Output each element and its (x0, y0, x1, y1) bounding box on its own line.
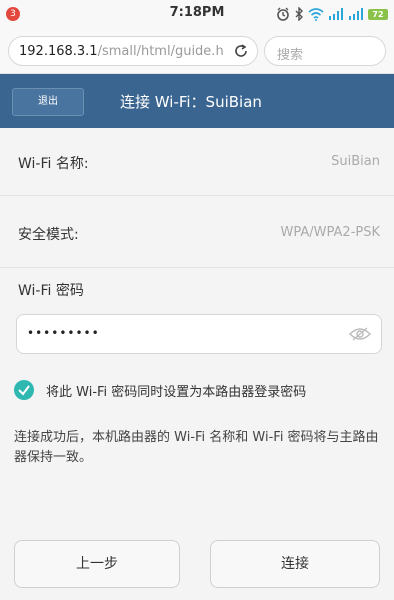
wifi-icon (308, 7, 324, 21)
page-header: 退出 连接 Wi-Fi：SuiBian (0, 74, 394, 128)
checkmark-icon[interactable] (14, 380, 34, 400)
sync-password-label: 将此 Wi-Fi 密码同时设置为本路由器登录密码 (46, 385, 307, 400)
previous-step-button[interactable]: 上一步 (14, 540, 180, 588)
signal-icon (329, 8, 343, 20)
search-input[interactable]: 搜索 (264, 36, 386, 66)
security-mode-label: 安全模式: (18, 227, 79, 243)
wifi-name-row: Wi-Fi 名称: SuiBian (0, 128, 394, 196)
connection-note: 连接成功后，本机路由器的 Wi-Fi 名称和 Wi-Fi 密码将与主路由器保持一… (14, 430, 379, 465)
connect-button[interactable]: 连接 (210, 540, 380, 588)
exit-button[interactable]: 退出 (12, 88, 84, 116)
page-title: 连接 Wi-Fi：SuiBian (120, 93, 262, 111)
url-path: /small/html/guide.htm (97, 44, 224, 59)
url-field[interactable]: 192.168.3.1/small/html/guide.htm (8, 36, 258, 66)
status-bar: 3 7:18PM 72 (0, 0, 394, 28)
browser-toolbar: 192.168.3.1/small/html/guide.htm 搜索 (0, 28, 394, 74)
security-mode-value: WPA/WPA2-PSK (280, 225, 380, 240)
bluetooth-icon (295, 7, 303, 21)
search-placeholder: 搜索 (277, 48, 304, 63)
wifi-password-input[interactable]: ••••••••• (16, 314, 382, 354)
show-password-icon[interactable] (349, 326, 371, 342)
password-value: ••••••••• (27, 326, 100, 340)
signal-icon (349, 8, 363, 20)
wifi-password-label: Wi-Fi 密码 (18, 283, 84, 299)
status-icons: 72 (276, 6, 388, 22)
reload-icon[interactable] (233, 43, 249, 59)
alarm-icon (277, 7, 289, 21)
wifi-name-label: Wi-Fi 名称: (18, 156, 89, 172)
url-host: 192.168.3.1 (19, 44, 98, 59)
url-text[interactable]: 192.168.3.1/small/html/guide.htm (19, 44, 224, 59)
security-mode-row: 安全模式: WPA/WPA2-PSK (0, 196, 394, 268)
battery-icon: 72 (368, 8, 388, 20)
wifi-name-value: SuiBian (331, 154, 380, 169)
